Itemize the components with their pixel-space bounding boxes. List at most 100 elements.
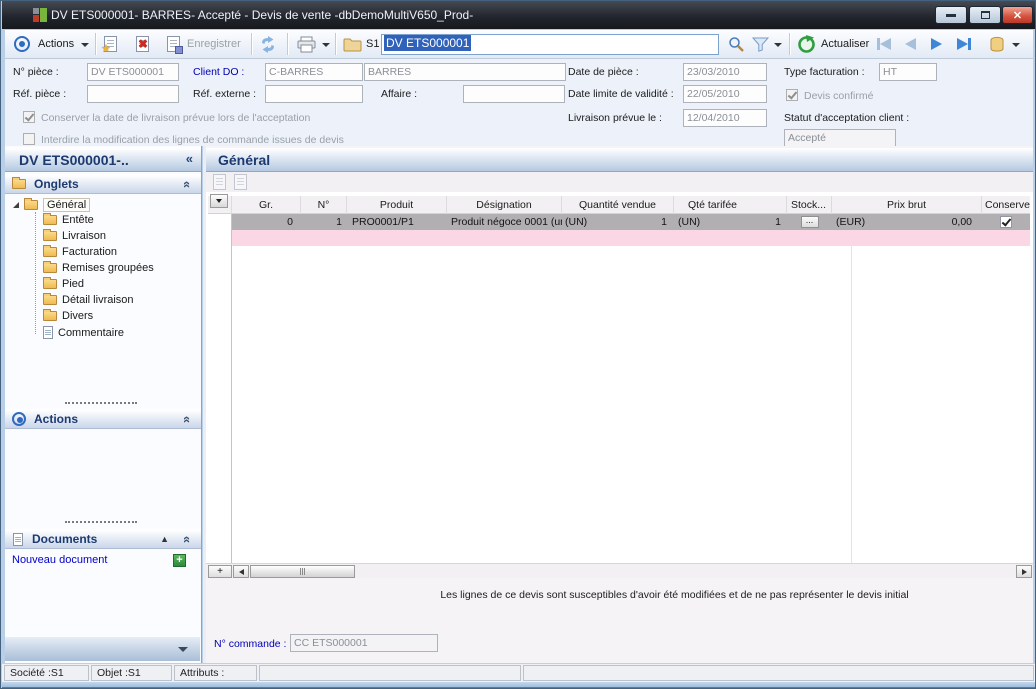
- devis-confirme-label: Devis confirmé: [804, 90, 873, 102]
- print-caret-icon[interactable]: [322, 43, 330, 47]
- statut-acceptation-field[interactable]: Accepté: [784, 129, 896, 147]
- grid-row-selected[interactable]: 0 1 PRO0001/P1 Produit négoce 0001 (unit…: [232, 214, 1030, 230]
- close-button[interactable]: ✕: [1002, 6, 1033, 24]
- tree-node-pied[interactable]: Pied: [43, 278, 84, 290]
- scroll-left-button[interactable]: [233, 565, 249, 578]
- sidebar-footer-expand-icon[interactable]: [178, 647, 188, 652]
- actualiser-icon[interactable]: [797, 35, 816, 54]
- save-icon[interactable]: [167, 36, 180, 52]
- cell-qv-unit: (UN): [565, 214, 587, 230]
- ref-externe-field[interactable]: [265, 85, 363, 103]
- tree-node-detail-livraison[interactable]: Détail livraison: [43, 294, 134, 306]
- tree-node-remises[interactable]: Remises groupées: [43, 262, 154, 274]
- refresh-icon[interactable]: [259, 36, 277, 53]
- column-header-prix-brut[interactable]: Prix brut: [832, 196, 982, 214]
- interdire-modification-checkbox[interactable]: [23, 133, 35, 145]
- collapse-actions-icon[interactable]: «: [180, 415, 195, 422]
- tree-node-divers[interactable]: Divers: [43, 310, 93, 322]
- search-icon[interactable]: [728, 36, 745, 53]
- grid-options-button[interactable]: [210, 194, 228, 208]
- delete-button[interactable]: ✖: [136, 36, 149, 52]
- minimize-button[interactable]: [935, 6, 967, 24]
- client-name-field[interactable]: BARRES: [364, 63, 566, 81]
- tree-node-livraison[interactable]: Livraison: [43, 230, 106, 242]
- new-document-link[interactable]: Nouveau document: [12, 554, 107, 566]
- restore-button[interactable]: [969, 6, 1001, 24]
- collapse-panel-icon[interactable]: «: [186, 151, 193, 166]
- cell-produit: PRO0001/P1: [347, 214, 447, 230]
- collapse-documents-icon[interactable]: «: [180, 535, 195, 542]
- actions-section-header[interactable]: Actions «: [5, 409, 201, 429]
- quote-lines-grid: Gr. N° Produit Désignation Quantité vend…: [206, 192, 1033, 563]
- column-header-num[interactable]: N°: [301, 196, 347, 214]
- onglets-section-header[interactable]: Onglets «: [5, 174, 201, 194]
- ref-piece-field[interactable]: [87, 85, 179, 103]
- window-bottom-border: [2, 682, 1036, 689]
- grid-row-empty[interactable]: [232, 230, 1030, 246]
- conserver-date-label: Conserver la date de livraison prévue lo…: [41, 112, 310, 124]
- folder-icon[interactable]: [343, 37, 362, 52]
- column-header-produit[interactable]: Produit: [347, 196, 447, 214]
- splitter-handle[interactable]: [65, 402, 137, 404]
- scrollbar-thumb[interactable]: [250, 565, 355, 578]
- type-facturation-field[interactable]: HT: [879, 63, 937, 81]
- column-header-designation[interactable]: Désignation: [447, 196, 562, 214]
- documents-section-header[interactable]: Documents ▲ «: [5, 529, 201, 549]
- last-icon: [957, 38, 968, 50]
- sidebar: DV ETS000001-.. « Onglets « Général Entê…: [5, 146, 202, 663]
- tree-expand-icon[interactable]: [13, 202, 19, 208]
- client-do-label[interactable]: Client DO :: [193, 66, 244, 78]
- actions-menu-button[interactable]: Actions: [38, 38, 74, 50]
- scroll-right-button[interactable]: [1016, 565, 1032, 578]
- num-commande-field[interactable]: CC ETS000001: [290, 634, 438, 652]
- next-record-button[interactable]: [931, 38, 942, 50]
- add-document-button[interactable]: +: [173, 554, 186, 567]
- column-header-quantite-vendue[interactable]: Quantité vendue: [562, 196, 674, 214]
- filter-caret-icon[interactable]: [774, 43, 782, 47]
- insert-line-button[interactable]: [213, 174, 226, 190]
- actions-target-icon[interactable]: [14, 36, 30, 52]
- toolbar-separator: [251, 33, 252, 55]
- first-record-button[interactable]: [877, 38, 891, 50]
- scroll-up-icon[interactable]: ▲: [160, 534, 169, 544]
- date-piece-field[interactable]: 23/03/2010: [683, 63, 767, 81]
- cell-gr: 0: [232, 214, 301, 230]
- last-record-button[interactable]: [957, 38, 971, 50]
- toolbar-separator: [335, 33, 336, 55]
- column-header-qte-tarifee[interactable]: Qté tarifée: [674, 196, 787, 214]
- tree-node-label: Livraison: [62, 230, 106, 242]
- database-icon[interactable]: [989, 36, 1005, 53]
- new-document-button[interactable]: ★: [104, 36, 117, 52]
- insert-subline-button[interactable]: [234, 174, 247, 190]
- column-header-conserve[interactable]: Conserve...: [982, 196, 1030, 214]
- collapse-onglets-icon[interactable]: «: [180, 180, 195, 187]
- conserve-checkbox[interactable]: [1000, 216, 1012, 228]
- date-validite-field[interactable]: 22/05/2010: [683, 85, 767, 103]
- tree-node-general[interactable]: Général: [13, 198, 90, 212]
- document-icon: [13, 533, 23, 546]
- livraison-prevue-field[interactable]: 12/04/2010: [683, 109, 767, 127]
- save-button[interactable]: Enregistrer: [187, 38, 241, 50]
- affaire-field[interactable]: [463, 85, 565, 103]
- num-piece-field[interactable]: DV ETS000001: [87, 63, 179, 81]
- tree-node-commentaire[interactable]: Commentaire: [43, 326, 124, 339]
- print-button[interactable]: [296, 36, 317, 53]
- conserver-date-checkbox[interactable]: [23, 111, 35, 123]
- window-title: DV ETS000001- BARRES- Accepté - Devis de…: [51, 1, 473, 29]
- tree-node-entete[interactable]: Entête: [43, 214, 94, 226]
- actions-caret-icon[interactable]: [81, 43, 89, 47]
- devis-confirme-checkbox[interactable]: [786, 89, 798, 101]
- column-header-gr[interactable]: Gr.: [232, 196, 301, 214]
- column-header-stock[interactable]: Stock...: [787, 196, 832, 214]
- database-caret-icon[interactable]: [1012, 43, 1020, 47]
- client-code-field[interactable]: C-BARRES: [265, 63, 363, 81]
- title-bar: DV ETS000001- BARRES- Accepté - Devis de…: [2, 1, 1035, 29]
- splitter-handle[interactable]: [65, 521, 137, 523]
- filter-icon[interactable]: [752, 37, 769, 52]
- search-input[interactable]: DV ETS000001: [381, 34, 719, 55]
- previous-record-button[interactable]: [905, 38, 916, 50]
- tree-node-facturation[interactable]: Facturation: [43, 246, 117, 258]
- add-line-button[interactable]: +: [208, 565, 232, 578]
- refresh-data-button[interactable]: Actualiser: [821, 38, 869, 50]
- stock-ellipsis-button[interactable]: ...: [801, 216, 819, 228]
